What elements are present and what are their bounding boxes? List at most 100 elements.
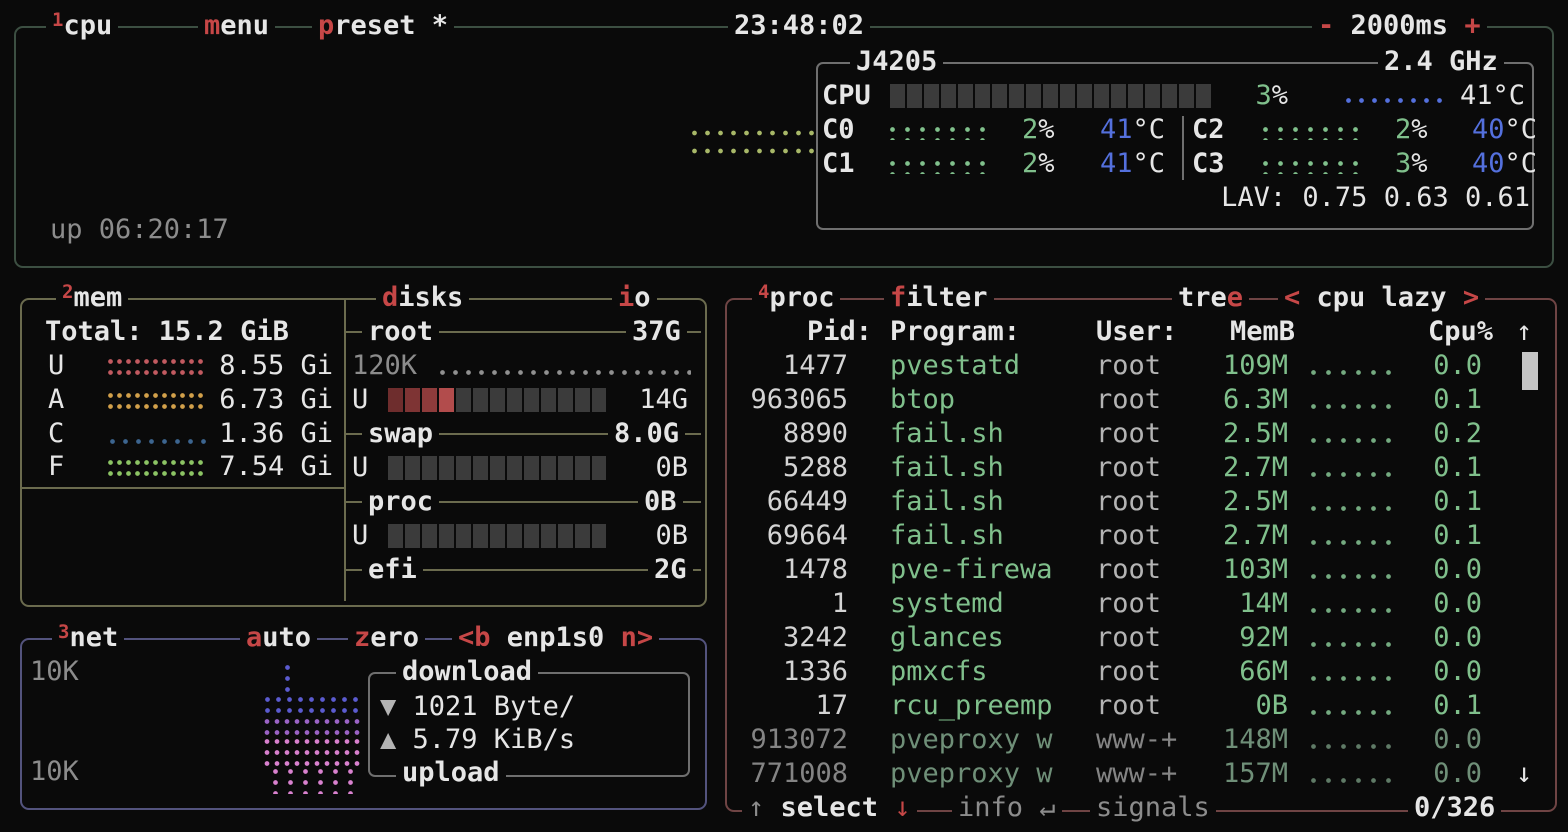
cell-cpu-graph xyxy=(1306,503,1401,513)
core-c1-percent: 2% xyxy=(1022,147,1055,181)
preset-button[interactable]: preset * xyxy=(312,9,454,43)
cell-mem: 109M xyxy=(1198,349,1288,383)
net-upload-title-label: upload xyxy=(402,757,500,788)
tab-cpu[interactable]: 1cpu xyxy=(46,9,118,45)
net-download-title: download xyxy=(396,655,538,689)
cell-program: fail.sh xyxy=(890,519,1004,553)
cell-mem: 92M xyxy=(1198,621,1288,655)
tab-mem-label: mem xyxy=(73,282,122,313)
core-c2-graph xyxy=(1258,124,1363,140)
disk-root-name: root xyxy=(362,315,439,349)
cell-pid: 66449 xyxy=(728,485,848,519)
disk-proc-used-key: U xyxy=(352,519,368,553)
mem-available-key: A xyxy=(48,383,64,417)
update-interval: - 2000ms + xyxy=(1312,9,1487,43)
tab-proc[interactable]: 4proc xyxy=(752,281,840,317)
degree-unit: °C xyxy=(1505,148,1538,179)
cell-program: systemd xyxy=(890,587,1004,621)
signals-label: signals xyxy=(1096,792,1210,823)
net-next-interface-button[interactable]: n> xyxy=(621,622,654,653)
cpu-frequency-value: 2.4 GHz xyxy=(1384,46,1498,77)
column-header-program[interactable]: Program: xyxy=(890,315,1020,349)
selection-count-value: 0/326 xyxy=(1414,792,1495,823)
cell-mem: 2.5M xyxy=(1198,417,1288,451)
core-c0-percent-value: 2 xyxy=(1022,114,1038,145)
cell-user: www-+ xyxy=(1096,757,1177,791)
signals-button[interactable]: signals xyxy=(1090,791,1216,825)
menu-button[interactable]: menu xyxy=(198,9,275,43)
cell-cpu-graph xyxy=(1306,639,1401,649)
proc-tree-toggle[interactable]: tree xyxy=(1172,281,1249,315)
cell-cpu: 0.1 xyxy=(1400,689,1482,723)
column-header-cpu[interactable]: Cpu% xyxy=(1428,315,1493,349)
cell-user: root xyxy=(1096,417,1161,451)
cpu-usage-graph xyxy=(688,124,818,166)
select-up-arrow-icon[interactable]: ↑ xyxy=(748,792,781,823)
net-zero-label: ero xyxy=(370,622,419,653)
cpu-temp-graph xyxy=(1342,96,1442,105)
cell-cpu-graph xyxy=(1306,401,1401,411)
interval-increase-button[interactable]: + xyxy=(1464,10,1480,41)
cell-cpu: 0.1 xyxy=(1400,383,1482,417)
info-label: info ↵ xyxy=(958,792,1056,823)
cell-mem: 6.3M xyxy=(1198,383,1288,417)
cpu-total-percent: 3% xyxy=(1240,79,1288,113)
core-c3-temp-value: 40 xyxy=(1472,148,1505,179)
cell-program: pmxcfs xyxy=(890,655,988,689)
net-auto-label: uto xyxy=(262,622,311,653)
mem-cached-value: 1.36 Gi xyxy=(195,417,333,451)
proc-scrollbar[interactable] xyxy=(1522,352,1538,390)
disk-root-meter-fill xyxy=(439,388,454,412)
net-auto-hotkey: a xyxy=(246,622,262,653)
mem-free-value: 7.54 Gi xyxy=(195,450,333,484)
tab-proc-label: proc xyxy=(769,282,834,313)
mem-cached-key: C xyxy=(48,417,64,451)
cell-user: root xyxy=(1096,655,1161,689)
sort-prev-button[interactable]: < xyxy=(1284,282,1300,313)
disk-swap-used-key: U xyxy=(352,451,368,485)
column-header-mem[interactable]: MemB xyxy=(1230,315,1295,349)
cell-pid: 3242 xyxy=(728,621,848,655)
proc-filter-button[interactable]: filter xyxy=(884,281,994,315)
disks-title[interactable]: disks xyxy=(376,281,469,315)
net-upload-title: upload xyxy=(396,756,506,790)
cell-pid: 1 xyxy=(728,587,848,621)
tab-mem[interactable]: 2mem xyxy=(56,281,128,317)
net-prev-interface-button[interactable]: <b xyxy=(458,622,491,653)
column-header-user[interactable]: User: xyxy=(1096,315,1177,349)
net-zero-toggle[interactable]: zero xyxy=(348,621,425,655)
select-label: select xyxy=(781,792,879,823)
clock: 23:48:02 xyxy=(728,9,870,43)
io-toggle[interactable]: io xyxy=(612,281,657,315)
disk-proc-used-value: 0B xyxy=(618,519,688,553)
cell-pid: 5288 xyxy=(728,451,848,485)
cpu-model-label: J4205 xyxy=(856,46,937,77)
net-interface-switcher[interactable]: <b enp1s0 n> xyxy=(452,621,659,655)
select-down-arrow-icon[interactable]: ↓ xyxy=(878,792,911,823)
scroll-down-arrow-icon[interactable]: ↓ xyxy=(1516,757,1532,791)
select-control[interactable]: ↑ select ↓ xyxy=(742,791,917,825)
sort-next-button[interactable]: > xyxy=(1463,282,1479,313)
tree-label: tre xyxy=(1178,282,1227,313)
filter-label: ilter xyxy=(906,282,987,313)
disk-swap-meter xyxy=(388,456,606,480)
column-header-pid[interactable]: Pid: xyxy=(752,315,872,349)
tab-net[interactable]: 3net xyxy=(52,621,124,657)
core-label: C0 xyxy=(822,113,855,147)
net-auto-toggle[interactable]: auto xyxy=(240,621,317,655)
disk-swap-size-value: 8.0G xyxy=(614,418,679,449)
cell-program: fail.sh xyxy=(890,451,1004,485)
percent-sign: % xyxy=(1411,148,1427,179)
cell-program: pvestatd xyxy=(890,349,1020,383)
core-c0-percent: 2% xyxy=(1022,113,1055,147)
core-c1-graph xyxy=(885,158,990,174)
clock-value: 23:48:02 xyxy=(734,10,864,41)
cpu-total-temp: 41°C xyxy=(1460,79,1525,113)
disk-root-size: 37G xyxy=(626,315,687,349)
selection-count: 0/326 xyxy=(1408,791,1501,825)
info-button[interactable]: info ↵ xyxy=(952,791,1062,825)
disk-efi-name-label: efi xyxy=(368,554,417,585)
interval-decrease-button[interactable]: - xyxy=(1318,10,1334,41)
core-label: C1 xyxy=(822,147,855,181)
core-c0-temp-value: 41 xyxy=(1100,114,1133,145)
